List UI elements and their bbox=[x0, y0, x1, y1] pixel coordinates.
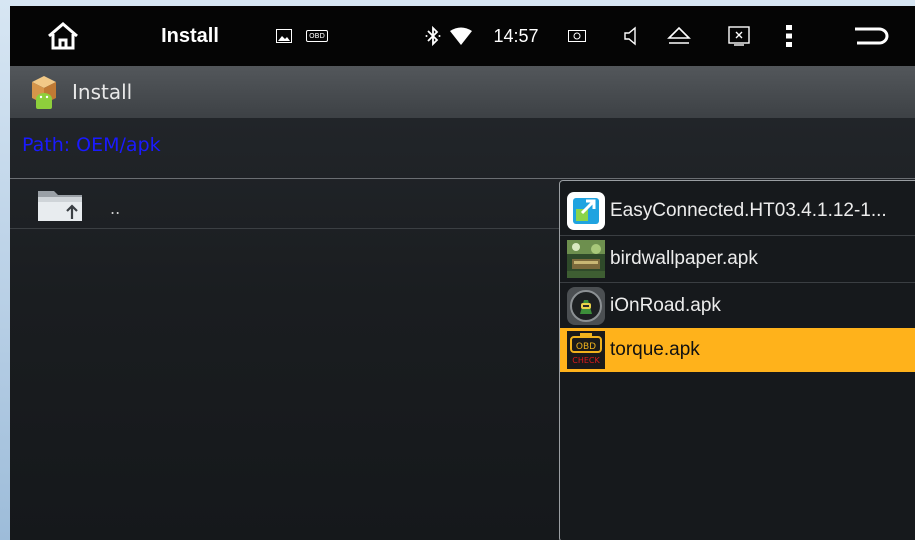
apk-item-easyconnected[interactable]: EasyConnected.HT03.4.1.12-1... bbox=[560, 189, 915, 233]
status-bar-title: Install bbox=[161, 24, 219, 47]
apk-item-torque[interactable]: OBD CHECK torque.apk bbox=[560, 328, 915, 372]
easyconnected-icon bbox=[566, 191, 606, 231]
list-divider bbox=[560, 282, 915, 283]
bird-wallpaper-icon bbox=[566, 239, 606, 279]
apk-item-label: birdwallpaper.apk bbox=[610, 248, 758, 269]
obd-label: OBD bbox=[306, 30, 328, 42]
parent-folder-label: .. bbox=[110, 199, 121, 218]
torque-obd-icon: OBD CHECK bbox=[566, 330, 606, 370]
status-bar: Install OBD 14:57 bbox=[10, 6, 915, 66]
path-label: Path: OEM/apk bbox=[22, 134, 161, 156]
apk-item-label: EasyConnected.HT03.4.1.12-1... bbox=[610, 200, 887, 221]
apk-item-label: iOnRoad.apk bbox=[610, 295, 721, 316]
close-app-icon[interactable] bbox=[725, 6, 753, 66]
package-android-icon bbox=[24, 72, 64, 112]
home-icon[interactable] bbox=[40, 6, 86, 66]
gallery-icon bbox=[274, 6, 294, 66]
folder-up-icon bbox=[36, 187, 84, 223]
parent-folder-row[interactable]: .. bbox=[10, 179, 560, 229]
row-divider bbox=[10, 228, 560, 229]
wifi-icon bbox=[448, 6, 474, 66]
apk-item-birdwallpaper[interactable]: birdwallpaper.apk bbox=[560, 237, 915, 281]
svg-text:CHECK: CHECK bbox=[572, 356, 600, 365]
action-bar: Install bbox=[10, 66, 915, 118]
volume-icon[interactable] bbox=[620, 6, 642, 66]
screenshot-icon[interactable] bbox=[566, 6, 588, 66]
screen: Install OBD 14:57 Install Path: OEM/apk … bbox=[10, 6, 915, 540]
apk-list-popup: EasyConnected.HT03.4.1.12-1... birdwallp… bbox=[559, 180, 915, 540]
eject-icon[interactable] bbox=[664, 6, 694, 66]
list-divider bbox=[560, 235, 915, 236]
apk-item-label: torque.apk bbox=[610, 339, 700, 360]
action-bar-title: Install bbox=[72, 80, 133, 104]
ionroad-icon bbox=[566, 286, 606, 326]
status-time: 14:57 bbox=[493, 25, 539, 46]
svg-text:OBD: OBD bbox=[576, 342, 596, 352]
overflow-menu-icon[interactable] bbox=[778, 6, 800, 66]
apk-item-ionroad[interactable]: iOnRoad.apk bbox=[560, 284, 915, 328]
bluetooth-icon bbox=[422, 6, 444, 66]
back-icon[interactable] bbox=[846, 6, 896, 66]
obd-icon: OBD bbox=[304, 6, 330, 66]
